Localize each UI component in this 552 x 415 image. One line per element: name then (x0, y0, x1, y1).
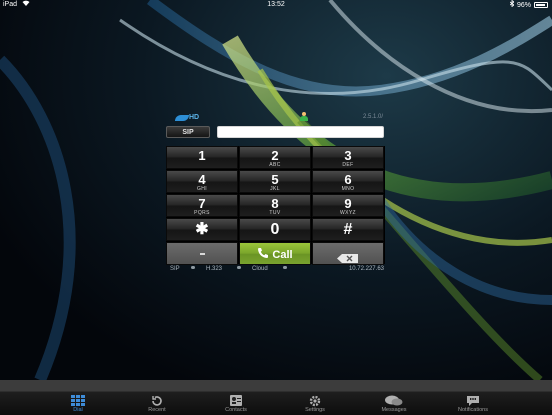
ip-address: 10.72.227.63 (348, 266, 384, 272)
notifications-icon (433, 393, 513, 407)
key-letters: ABC (269, 162, 281, 168)
backspace-button[interactable] (312, 242, 384, 265)
backspace-icon (337, 250, 359, 263)
key-1[interactable]: 1 (166, 146, 238, 169)
key-hash[interactable]: # (312, 218, 384, 241)
key-digit: 1 (198, 148, 206, 163)
contacts-icon (196, 393, 276, 407)
key-letters: TUV (269, 210, 281, 216)
tab-label: Settings (305, 407, 325, 413)
registration-status: SIP H.323 Cloud 10.72.227.63 (167, 265, 385, 275)
battery-percent: 96% (516, 1, 531, 9)
sip-row: SIP (166, 126, 385, 139)
tab-settings[interactable]: Settings (275, 393, 355, 415)
key-digit: 7 (198, 196, 206, 211)
key-3[interactable]: 3 DEF (312, 146, 384, 169)
status-time: 13:52 (267, 1, 285, 8)
key-9[interactable]: 9 WXYZ (312, 194, 384, 217)
key-digit: # (343, 221, 353, 238)
status-sip: SIP (170, 266, 180, 272)
dial-input[interactable] (217, 126, 384, 138)
call-label: Call (272, 248, 293, 261)
app-logo: HD (175, 113, 221, 123)
key-digit: 2 (271, 148, 279, 163)
tab-dial[interactable]: Dial (38, 393, 118, 415)
sip-status-dot (191, 266, 195, 269)
status-right: 96% (509, 0, 548, 10)
status-h323: H.323 (206, 266, 223, 272)
key-letters: DEF (342, 162, 354, 168)
bluetooth-icon (509, 0, 515, 10)
status-cloud: Cloud (252, 266, 268, 272)
phone-icon (257, 247, 269, 262)
key-options[interactable] (166, 242, 238, 265)
key-2[interactable]: 2 ABC (239, 146, 311, 169)
user-avatar-icon[interactable] (300, 112, 308, 122)
key-letters: GHI (196, 186, 208, 192)
messages-icon (354, 393, 434, 407)
tab-recent[interactable]: Recent (117, 393, 197, 415)
tab-label: Notifications (458, 407, 488, 413)
tab-messages[interactable]: Messages (354, 393, 434, 415)
key-digit: 9 (344, 196, 352, 211)
call-button[interactable]: Call (239, 242, 311, 265)
key-letters: PQRS (194, 210, 210, 216)
gear-icon (275, 393, 355, 407)
h323-status-dot (237, 266, 241, 269)
tab-label: Dial (73, 407, 83, 413)
key-digit: 5 (271, 172, 279, 187)
key-7[interactable]: 7 PQRS (166, 194, 238, 217)
key-digit: 3 (344, 148, 352, 163)
key-star[interactable]: ✱ (166, 218, 238, 241)
dial-keypad: 1 2 ABC 3 DEF 4 GHI 5 JKL 6 MNO 7 PQRS 8… (166, 146, 385, 265)
tab-bar: Dial Recent Contacts Settings Messages N… (0, 391, 552, 415)
key-digit: 8 (271, 196, 279, 211)
dialpad-icon (38, 393, 118, 407)
key-6[interactable]: 6 MNO (312, 170, 384, 193)
cloud-status-dot (283, 266, 287, 269)
logo-text: HD (189, 114, 200, 121)
minus-icon (199, 253, 205, 255)
tab-notifications[interactable]: Notifications (433, 393, 513, 415)
tab-contacts[interactable]: Contacts (196, 393, 276, 415)
key-digit: ✱ (195, 221, 209, 238)
key-digit: 6 (344, 172, 352, 187)
logo-swoosh-icon (175, 115, 189, 121)
status-bar: iPad 13:52 96% (0, 0, 552, 9)
brand-row: HD 2.5.1.0/ (167, 111, 385, 125)
bottom-separator (0, 380, 552, 391)
key-0[interactable]: 0 (239, 218, 311, 241)
battery-icon (534, 2, 548, 8)
version-label: 2.5.1.0/ (362, 114, 383, 120)
key-letters: WXYZ (339, 210, 357, 216)
avatar-body (300, 116, 308, 121)
sip-protocol-button[interactable]: SIP (166, 126, 210, 138)
key-digit: 0 (270, 221, 280, 238)
key-4[interactable]: 4 GHI (166, 170, 238, 193)
key-8[interactable]: 8 TUV (239, 194, 311, 217)
key-digit: 4 (198, 172, 206, 187)
key-5[interactable]: 5 JKL (239, 170, 311, 193)
tab-label: Contacts (225, 407, 247, 413)
key-letters: MNO (341, 186, 355, 192)
tab-label: Recent (148, 407, 166, 413)
recent-icon (117, 393, 197, 407)
tab-label: Messages (381, 407, 407, 413)
key-letters: JKL (270, 186, 280, 192)
